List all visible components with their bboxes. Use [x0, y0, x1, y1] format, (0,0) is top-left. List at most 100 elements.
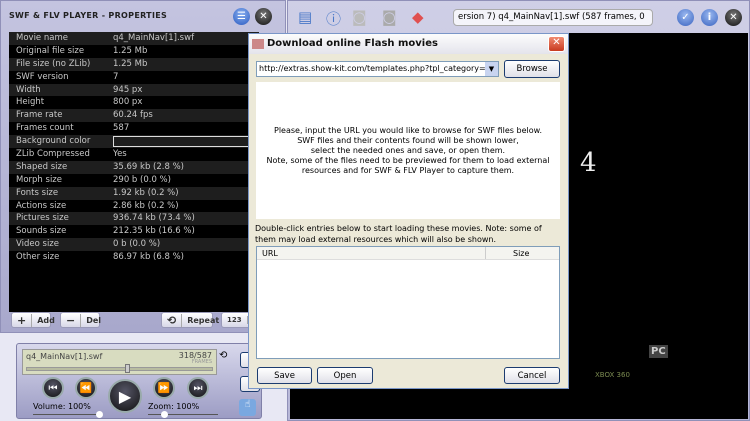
background-color-swatch: [113, 136, 253, 148]
property-row: Movie name q4_MainNav[1].swf: [9, 32, 259, 45]
property-label: Frame rate: [16, 110, 63, 121]
hand-tool-icon[interactable]: ☝: [239, 399, 256, 416]
properties-panel: SWF & FLV PLAYER - PROPERTIES ☰ ✕ Movie …: [0, 0, 286, 333]
property-value: 212.35 kb (16.6 %): [113, 226, 195, 237]
player-display: q4_MainNav[1].swf 318/587 FRAMES: [22, 349, 217, 375]
sequence-icon: 123: [222, 316, 248, 324]
property-value: 35.69 kb (2.8 %): [113, 161, 184, 172]
property-row: Morph size 290 b (0.0 %): [9, 174, 259, 187]
rewind-button[interactable]: ⏪: [75, 377, 97, 399]
file-name: q4_MainNav[1].swf: [26, 352, 103, 361]
zoom-slider[interactable]: [148, 411, 218, 418]
property-value: 800 px: [113, 97, 143, 108]
close-icon[interactable]: ✕: [255, 8, 272, 25]
add-button[interactable]: + Add: [11, 312, 55, 328]
repeat-toggle-icon[interactable]: ⟲: [219, 350, 227, 361]
info-line: SWF files and their contents found will …: [297, 135, 519, 145]
property-row: Shaped size 35.69 kb (2.8 %): [9, 160, 259, 174]
property-label: Pictures size: [16, 213, 69, 224]
info-line: select the needed ones and save, or open…: [310, 145, 506, 155]
property-value: 1.92 kb (0.2 %): [113, 187, 179, 198]
check-icon[interactable]: ✓: [677, 9, 694, 26]
property-row: ZLib Compressed Yes: [9, 148, 259, 161]
info-icon[interactable]: i: [701, 9, 718, 26]
dialog-title-text: Download online Flash movies: [267, 38, 438, 49]
open-button[interactable]: Open: [317, 367, 373, 384]
property-row: Frames count 587: [9, 122, 259, 135]
url-combobox[interactable]: http://extras.show-kit.com/templates.php…: [256, 61, 499, 77]
pc-logo: PC: [649, 345, 668, 358]
property-value: 86.97 kb (6.8 %): [113, 252, 184, 263]
property-label: Original file size: [16, 45, 85, 56]
sequence-button[interactable]: 123S: [221, 312, 258, 328]
property-label: Actions size: [16, 200, 67, 211]
info-line: resources and for SWF & FLV Player to ca…: [301, 165, 515, 175]
cancel-button[interactable]: Cancel: [504, 367, 560, 384]
property-label: Movie name: [16, 33, 68, 43]
column-size[interactable]: Size: [513, 249, 529, 258]
property-label: Frames count: [16, 123, 74, 134]
download-dialog: Download online Flash movies ✕ http://ex…: [248, 33, 569, 389]
chevron-down-icon[interactable]: ▼: [485, 62, 498, 76]
property-value: Yes: [113, 149, 127, 160]
movies-list[interactable]: URL Size: [256, 246, 560, 359]
property-label: Sounds size: [16, 226, 67, 237]
zoom-label: Zoom: 100%: [148, 402, 200, 411]
browse-button[interactable]: Browse: [504, 60, 560, 78]
first-frame-button[interactable]: ⏮: [42, 377, 64, 399]
fast-forward-button[interactable]: ⏩: [153, 377, 175, 399]
property-value: 7: [113, 71, 119, 82]
document-icon[interactable]: ▤: [298, 8, 312, 26]
swf-info-icon[interactable]: ⓘ: [326, 8, 341, 29]
property-value: 60.24 fps: [113, 110, 153, 121]
frames-label: FRAMES: [191, 359, 212, 365]
seek-bar[interactable]: [26, 364, 213, 373]
property-label: ZLib Compressed: [16, 149, 90, 160]
volume-slider[interactable]: [33, 411, 103, 418]
repeat-icon: ⟲: [162, 313, 183, 327]
play-button[interactable]: ▶: [108, 379, 142, 413]
del-button[interactable]: − Del: [60, 312, 101, 328]
property-value: 936.74 kb (73.4 %): [113, 213, 195, 224]
swf-app-icon: [252, 39, 264, 49]
minus-icon: −: [61, 313, 82, 327]
property-label: Height: [16, 97, 45, 108]
property-label: Shaped size: [16, 161, 68, 172]
capture-icon[interactable]: ◆: [412, 8, 424, 26]
property-row: Height 800 px: [9, 96, 259, 109]
plus-icon: +: [12, 313, 33, 327]
list-view-icon[interactable]: ☰: [233, 8, 250, 25]
info-panel: Please, input the URL you would like to …: [256, 82, 560, 219]
dialog-title: Download online Flash movies: [249, 34, 568, 54]
save-button[interactable]: Save: [257, 367, 312, 384]
camera-icon[interactable]: ◙: [352, 8, 367, 26]
property-value: 1.25 Mb: [113, 58, 148, 69]
property-row: Width 945 px: [9, 83, 259, 97]
property-row: Sounds size 212.35 kb (16.6 %): [9, 225, 259, 238]
movie-title-number: 4: [580, 148, 597, 178]
panel-title: SWF & FLV PLAYER - PROPERTIES: [9, 11, 168, 20]
close-icon[interactable]: ✕: [725, 9, 742, 26]
column-url[interactable]: URL: [262, 249, 278, 258]
hint-text: Double-click entries below to start load…: [255, 224, 542, 244]
player-controls: q4_MainNav[1].swf 318/587 FRAMES ⟲ ⏮ ⏪ ▶…: [16, 343, 262, 419]
properties-table: Movie name q4_MainNav[1].swf Original file…: [9, 32, 259, 312]
property-row: Actions size 2.86 kb (0.2 %): [9, 200, 259, 213]
xbox-logo: XBOX 360: [595, 371, 630, 379]
property-row: Video size 0 b (0.0 %): [9, 238, 259, 252]
repeat-button[interactable]: ⟲ Repeat: [161, 312, 219, 328]
record-play-icon[interactable]: ◙: [382, 8, 397, 26]
property-label: Video size: [16, 239, 59, 250]
property-label: Background color: [16, 136, 91, 147]
property-label: Fonts size: [16, 187, 59, 198]
property-value: 0 b (0.0 %): [113, 239, 161, 250]
property-row: Fonts size 1.92 kb (0.2 %): [9, 186, 259, 200]
property-value: 290 b (0.0 %): [113, 174, 171, 185]
dialog-close-icon[interactable]: ✕: [548, 36, 565, 52]
last-frame-button[interactable]: ⏭: [187, 377, 209, 399]
property-row: Pictures size 936.74 kb (73.4 %): [9, 212, 259, 226]
property-value: 945 px: [113, 84, 143, 95]
property-label: File size (no ZLib): [16, 58, 91, 69]
property-label: Width: [16, 84, 41, 95]
property-value: q4_MainNav[1].swf: [113, 33, 195, 43]
